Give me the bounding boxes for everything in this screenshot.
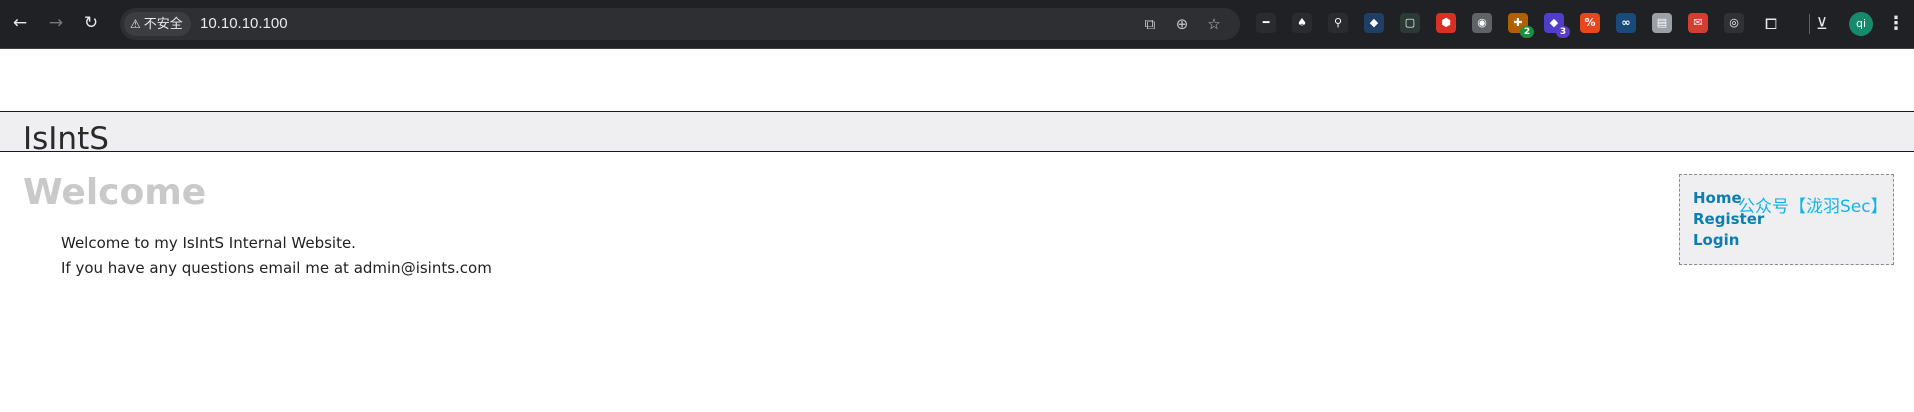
ext-10-icon[interactable]: % [1580, 13, 1600, 33]
ext-12-icon[interactable]: ▤ [1652, 13, 1672, 33]
ext-9-icon[interactable]: ◆ 3 [1544, 13, 1570, 38]
home-link[interactable]: Home [1693, 188, 1742, 208]
sidebar-nav: Home Register Login [1679, 174, 1894, 265]
translate-icon[interactable]: ⧉ [1138, 12, 1162, 36]
extensions-puzzle-icon[interactable]: ⧠ [1758, 11, 1784, 37]
welcome-text: Welcome to my IsIntS Internal Website. [61, 234, 356, 252]
contact-email-text: If you have any questions email me at ad… [61, 259, 492, 277]
profile-avatar[interactable]: qi [1849, 12, 1873, 36]
ext-14-icon[interactable]: ◎ [1724, 13, 1744, 33]
ext-1-icon[interactable]: ━ [1256, 13, 1276, 33]
welcome-heading: Welcome [23, 172, 207, 213]
login-link[interactable]: Login [1693, 230, 1739, 250]
ext-2-icon[interactable]: ♠ [1292, 13, 1312, 33]
url-text[interactable]: 10.10.10.100 [200, 8, 288, 40]
ext-6-icon[interactable]: ⬢ [1436, 13, 1456, 33]
ext-5-icon[interactable]: ▢ [1400, 13, 1420, 33]
address-bar[interactable]: ⚠ 不安全 10.10.10.100 ⧉ ⊕ ☆ [120, 8, 1240, 40]
ext-8-badge: 2 [1520, 26, 1534, 38]
site-title: IsIntS [23, 121, 109, 152]
download-icon[interactable]: ⊻ [1809, 11, 1835, 37]
more-menu-icon[interactable]: ⋮ [1886, 10, 1906, 38]
ext-13-icon[interactable]: ✉ [1688, 13, 1708, 33]
ext-11-icon[interactable]: ∞ [1616, 13, 1636, 33]
ext-3-icon[interactable]: ⚲ [1328, 13, 1348, 33]
back-arrow-icon[interactable]: ← [7, 10, 33, 36]
security-status-chip[interactable]: ⚠ 不安全 [124, 12, 191, 36]
site-header: IsIntS [0, 111, 1914, 152]
warning-triangle-icon: ⚠ [130, 17, 141, 31]
watermark-text: 公众号【泷羽Sec】 [1738, 197, 1888, 217]
ext-7-icon[interactable]: ◉ [1472, 13, 1492, 33]
zoom-icon[interactable]: ⊕ [1170, 12, 1194, 36]
forward-arrow-icon[interactable]: → [43, 10, 69, 36]
security-status-label: 不安全 [143, 17, 183, 32]
reload-icon[interactable]: ↻ [78, 10, 104, 36]
ext-8-icon[interactable]: ✚ 2 [1508, 13, 1534, 38]
browser-toolbar: ← → ↻ ⚠ 不安全 10.10.10.100 ⧉ ⊕ ☆ ━ ♠ ⚲ ◆ ▢ ⬢ ◉ ✚ 2 ◆… [0, 0, 1914, 49]
bookmark-star-icon[interactable]: ☆ [1202, 12, 1226, 36]
ext-4-icon[interactable]: ◆ [1364, 13, 1384, 33]
ext-9-badge: 3 [1556, 26, 1570, 38]
